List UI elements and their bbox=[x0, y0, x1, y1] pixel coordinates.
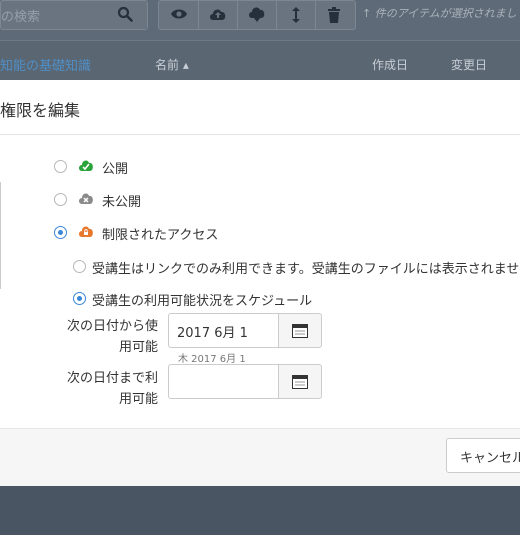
option-restricted-label[interactable]: 制限されたアクセス bbox=[102, 224, 218, 243]
radio-public[interactable] bbox=[54, 160, 67, 173]
breadcrumb[interactable]: 知能の基礎知識 bbox=[0, 55, 91, 74]
upload-button[interactable] bbox=[198, 1, 238, 29]
view-button[interactable] bbox=[159, 1, 199, 29]
option-public-label[interactable]: 公開 bbox=[102, 158, 128, 177]
dialog-footer bbox=[0, 429, 520, 486]
search-icon bbox=[117, 6, 133, 22]
edit-permissions-dialog: 権限を編集 公開 未公開 制限されたアクセス 受講生はリンクでのみ利用できます。… bbox=[0, 80, 520, 486]
cloud-lock-icon bbox=[79, 226, 93, 237]
cloud-upload-icon bbox=[210, 9, 226, 20]
top-toolbar: の検索 ↑ 件のアイテムが選択されまし bbox=[0, 0, 520, 40]
sub-option-schedule-label[interactable]: 受講生の利用可能状況をスケジュール bbox=[92, 290, 312, 309]
available-until-label-line2: 用可能 bbox=[118, 392, 158, 407]
available-until-label-line1: 次の日付まで利 bbox=[66, 371, 158, 386]
radio-schedule[interactable] bbox=[73, 292, 86, 305]
search-input[interactable]: の検索 bbox=[0, 0, 148, 30]
selection-status: ↑ 件のアイテムが選択されまし bbox=[362, 7, 517, 20]
radio-link-only[interactable] bbox=[73, 260, 86, 273]
download-button[interactable] bbox=[237, 1, 277, 29]
cancel-button[interactable]: キャンセル bbox=[446, 438, 520, 473]
cloud-x-icon bbox=[79, 193, 93, 204]
radio-restricted[interactable] bbox=[54, 226, 67, 239]
available-until-input[interactable] bbox=[168, 364, 278, 399]
radio-unpublished[interactable] bbox=[54, 193, 67, 206]
cancel-button-label: キャンセル bbox=[460, 451, 520, 466]
delete-button[interactable] bbox=[315, 1, 354, 29]
search-placeholder: の検索 bbox=[1, 10, 41, 25]
available-from-value: 2017 6月 1 bbox=[177, 326, 248, 341]
column-created[interactable]: 作成日 bbox=[372, 56, 408, 73]
trash-icon bbox=[328, 7, 340, 23]
cloud-check-icon bbox=[79, 160, 93, 171]
available-from-calendar-button[interactable] bbox=[278, 313, 322, 348]
move-arrows-icon bbox=[292, 7, 300, 23]
column-name[interactable]: 名前 ▴ bbox=[155, 56, 189, 73]
file-list-header: 知能の基礎知識 名前 ▴ 作成日 変更日 bbox=[0, 40, 520, 81]
search-button[interactable] bbox=[105, 1, 147, 29]
divider bbox=[0, 134, 520, 135]
file-actions-toolbar bbox=[158, 0, 356, 30]
available-from-hint: 木 2017 6月 1 bbox=[178, 354, 246, 365]
eye-icon bbox=[171, 9, 187, 19]
available-from-input[interactable]: 2017 6月 1 bbox=[168, 313, 278, 348]
column-modified[interactable]: 変更日 bbox=[451, 56, 487, 73]
available-from-label-line2: 用可能 bbox=[118, 340, 158, 355]
divider bbox=[0, 182, 1, 289]
dialog-title: 権限を編集 bbox=[0, 101, 81, 120]
move-button[interactable] bbox=[276, 1, 316, 29]
available-until-label: 次の日付まで利 用可能 bbox=[50, 368, 158, 410]
available-from-label: 次の日付から使 用可能 bbox=[50, 316, 158, 358]
available-until-calendar-button[interactable] bbox=[278, 364, 322, 399]
available-from-label-line1: 次の日付から使 bbox=[66, 319, 158, 334]
calendar-icon bbox=[292, 324, 308, 338]
calendar-icon bbox=[292, 375, 308, 389]
sub-option-link-only-label[interactable]: 受講生はリンクでのみ利用できます。受講生のファイルには表示されませ bbox=[92, 258, 519, 277]
cloud-download-icon bbox=[249, 7, 265, 22]
option-unpublished-label[interactable]: 未公開 bbox=[102, 191, 141, 210]
